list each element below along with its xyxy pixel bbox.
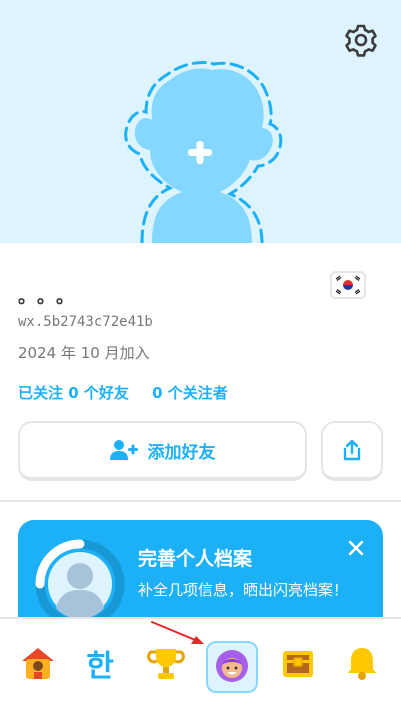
section-divider [0, 500, 401, 502]
share-button[interactable] [321, 421, 383, 481]
bell-icon [348, 648, 376, 680]
add-friend-label: 添加好友 [147, 442, 216, 463]
tab-chest[interactable] [274, 639, 322, 687]
close-icon[interactable] [346, 538, 366, 558]
tab-notifications[interactable] [338, 639, 386, 687]
treasure-chest-icon [283, 651, 313, 677]
tab-home[interactable] [14, 639, 62, 687]
follow-stats: 已关注 0 个好友 0 个关注者 [18, 382, 246, 403]
tab-letters[interactable]: 한 [76, 639, 124, 687]
following-link[interactable]: 已关注 0 个好友 [18, 382, 129, 403]
card-description: 补全几项信息，晒出闪亮档案！ [138, 581, 349, 599]
add-user-icon [109, 440, 138, 460]
join-date: 2024 年 10 月加入 [18, 344, 150, 362]
korean-letter-icon: 한 [86, 649, 114, 684]
profile-username: wx.5b2743c72e41b [18, 314, 153, 330]
share-icon [343, 439, 361, 461]
trophy-icon [147, 649, 185, 679]
add-avatar-icon[interactable] [0, 0, 401, 243]
tab-profile[interactable] [206, 641, 258, 693]
home-icon [22, 648, 54, 679]
add-friend-button[interactable]: 添加好友 [18, 421, 307, 481]
card-title: 完善个人档案 [138, 548, 253, 570]
profile-name: 。。。 [18, 287, 84, 308]
followers-link[interactable]: 0 个关注者 [152, 382, 228, 403]
annotation-arrow [151, 621, 204, 644]
profile-page: 。。。 wx.5b2743c72e41b 2024 年 10 月加入 已关注 0… [0, 0, 401, 713]
profile-avatar-icon [216, 650, 248, 682]
south-korea-flag-icon [330, 271, 366, 299]
gear-icon[interactable] [344, 23, 378, 57]
profile-header [0, 0, 401, 243]
